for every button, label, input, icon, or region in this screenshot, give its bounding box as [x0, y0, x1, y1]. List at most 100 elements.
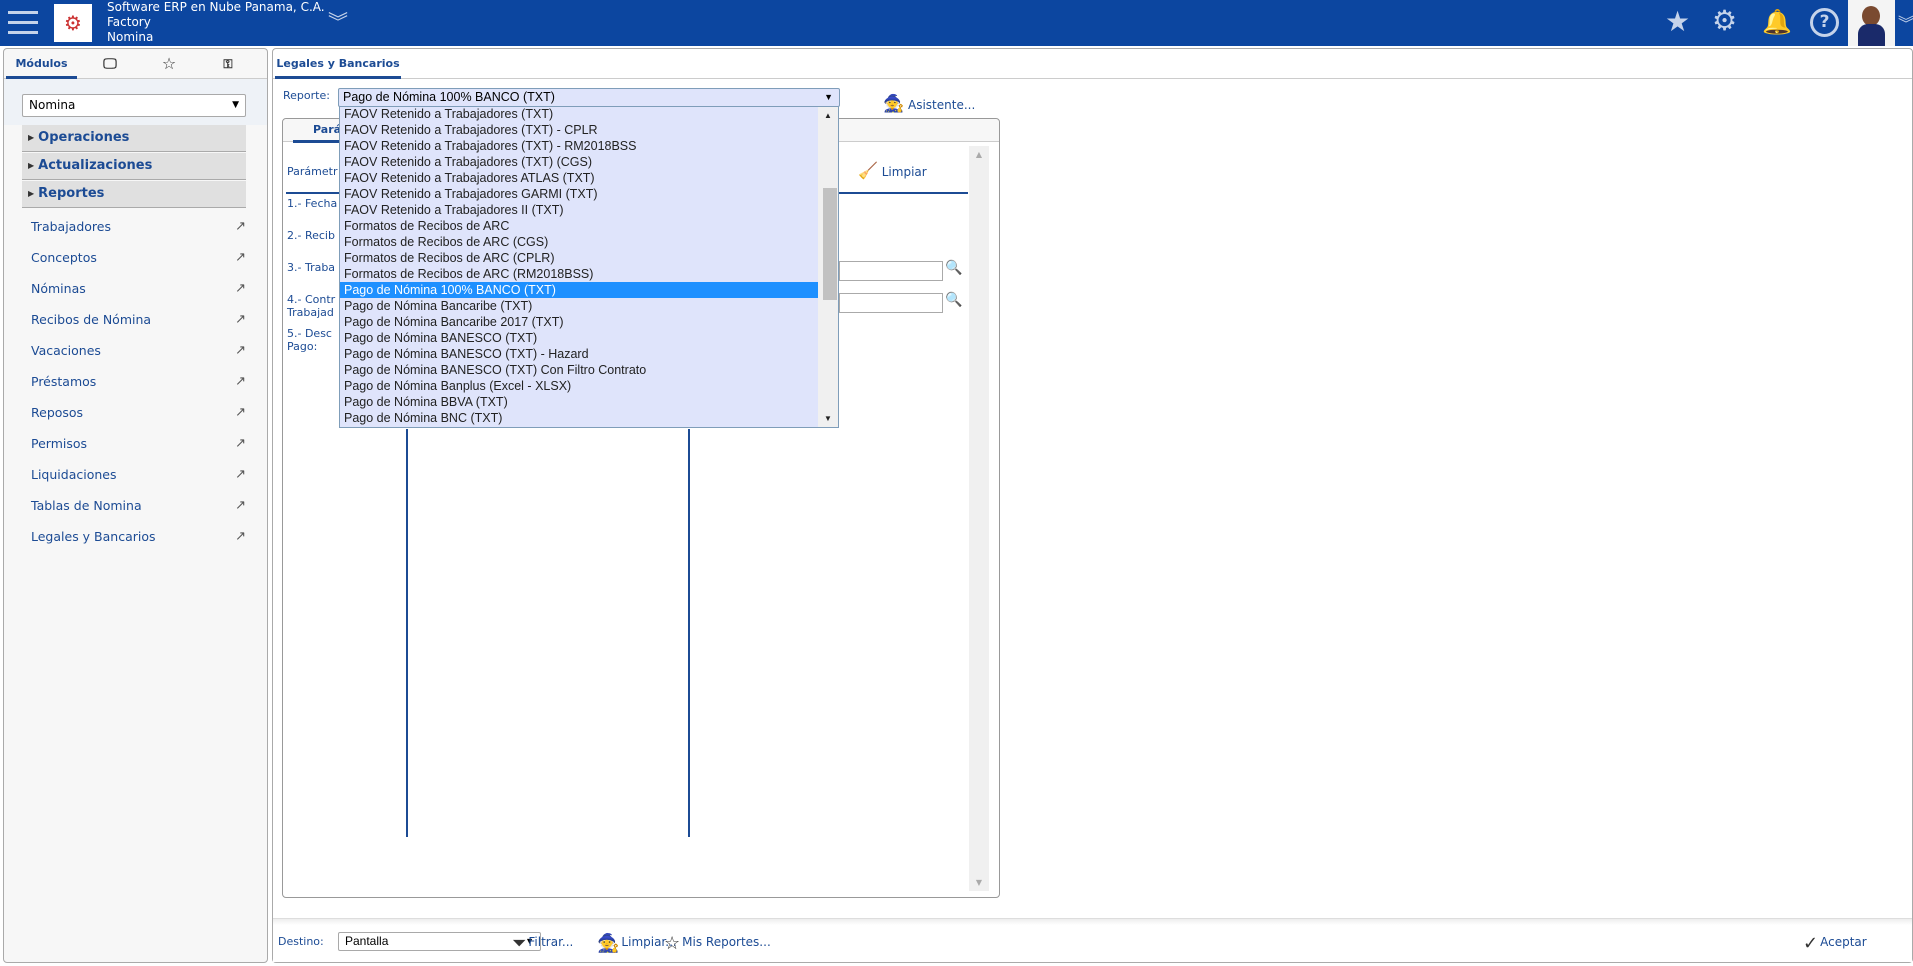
- section-label: Reportes: [38, 186, 105, 201]
- checkmark-icon: ✓: [1803, 933, 1819, 954]
- section-actualizaciones[interactable]: ▶ Actualizaciones: [22, 153, 246, 180]
- dropdown-option[interactable]: Pago de Nómina BANESCO (TXT) - Hazard: [340, 346, 818, 362]
- user-avatar[interactable]: [1848, 0, 1895, 46]
- wizard-icon: 🧙: [883, 94, 905, 114]
- report-select-value: Pago de Nómina 100% BANCO (TXT): [343, 90, 555, 104]
- contrato-input[interactable]: [839, 293, 943, 313]
- sidebar: Módulos 🖵 ☆ ⚿ Nomina ▼ ▶ Operaciones ▶ Actu…: [3, 48, 268, 963]
- dropdown-option[interactable]: Pago de Nómina Bancaribe 2017 (TXT): [340, 314, 818, 330]
- my-reports-button[interactable]: ☆ Mis Reportes...: [664, 932, 771, 954]
- destination-value: Pantalla: [345, 934, 389, 948]
- dropdown-arrow-icon: ▼: [824, 92, 833, 102]
- dropdown-option[interactable]: FAOV Retenido a Trabajadores (TXT) - RM2…: [340, 138, 818, 154]
- help-icon[interactable]: ?: [1810, 8, 1839, 37]
- hamburger-menu-icon[interactable]: [8, 11, 38, 35]
- external-link-icon[interactable]: ↗: [235, 309, 246, 331]
- dropdown-option[interactable]: Pago de Nómina Bancaribe (TXT): [340, 298, 818, 314]
- dropdown-option[interactable]: Pago de Nómina BANESCO (TXT) Con Filtro …: [340, 362, 818, 378]
- sidebar-link-label: Liquidaciones: [31, 467, 117, 482]
- top-header: ⚙ Software ERP en Nube Panama, C.A. Fact…: [0, 0, 1913, 46]
- sidebar-link[interactable]: Legales y Bancarios ↗: [31, 526, 246, 548]
- accept-button[interactable]: ✓ Aceptar: [1803, 932, 1867, 954]
- sidebar-link-label: Trabajadores: [31, 219, 111, 234]
- scrollbar-thumb[interactable]: [823, 188, 837, 300]
- dropdown-option[interactable]: Pago de Nómina BNC (TXT): [340, 410, 818, 426]
- sidebar-link[interactable]: Permisos ↗: [31, 433, 246, 455]
- company-subtitle: Factory: [107, 15, 151, 29]
- sidebar-link[interactable]: Trabajadores ↗: [31, 216, 246, 238]
- list-scrollbar[interactable]: ▲ ▼: [818, 107, 838, 427]
- dropdown-option[interactable]: FAOV Retenido a Trabajadores (TXT): [340, 107, 818, 122]
- star-icon[interactable]: ☆: [141, 51, 197, 79]
- search-icon[interactable]: 🔍: [945, 260, 962, 276]
- external-link-icon[interactable]: ↗: [235, 464, 246, 486]
- dropdown-option[interactable]: Pago de Nómina BBVA (TXT): [340, 394, 818, 410]
- user-menu-chevron-icon[interactable]: ︾: [1898, 10, 1913, 38]
- sidebar-link-label: Préstamos: [31, 374, 97, 389]
- dropdown-option[interactable]: FAOV Retenido a Trabajadores ATLAS (TXT): [340, 170, 818, 186]
- external-link-icon[interactable]: ↗: [235, 340, 246, 362]
- dropdown-option[interactable]: Pago de Nómina BANESCO (TXT): [340, 330, 818, 346]
- dropdown-option[interactable]: Formatos de Recibos de ARC (RM2018BSS): [340, 266, 818, 282]
- accept-label: Aceptar: [1820, 935, 1867, 949]
- destination-select[interactable]: Pantalla ▼: [338, 932, 541, 951]
- external-link-icon[interactable]: ↗: [235, 433, 246, 455]
- dropdown-arrow-icon: ▼: [232, 100, 239, 110]
- tab-label: Pará: [313, 123, 342, 136]
- settings-gear-icon[interactable]: ⚙: [1712, 7, 1737, 35]
- sidebar-link[interactable]: Recibos de Nómina ↗: [31, 309, 246, 331]
- broom-icon: 🧹: [858, 161, 878, 180]
- tab-legales-bancarios[interactable]: Legales y Bancarios: [275, 51, 401, 79]
- dropdown-option[interactable]: FAOV Retenido a Trabajadores (TXT) (CGS): [340, 154, 818, 170]
- section-reportes[interactable]: ▶ Reportes: [22, 181, 246, 208]
- dropdown-option[interactable]: Formatos de Recibos de ARC: [340, 218, 818, 234]
- scroll-up-icon[interactable]: ▲: [818, 111, 838, 120]
- report-dropdown-list[interactable]: FAOV Retenido a Trabajadores (TXT) FAOV R…: [339, 106, 839, 428]
- dropdown-option[interactable]: Pago de Nómina 100% BANCO (TXT): [340, 282, 818, 298]
- param-recibo: 2.- Recib: [287, 229, 335, 242]
- current-module: Nomina: [107, 30, 154, 44]
- module-select-value: Nomina: [29, 98, 76, 112]
- dropdown-option[interactable]: FAOV Retenido a Trabajadores GARMI (TXT): [340, 186, 818, 202]
- external-link-icon[interactable]: ↗: [235, 402, 246, 424]
- dropdown-option[interactable]: FAOV Retenido a Trabajadores (TXT) - CPL…: [340, 122, 818, 138]
- sidebar-link[interactable]: Tablas de Nomina ↗: [31, 495, 246, 517]
- section-label: Actualizaciones: [38, 158, 153, 173]
- tab-modules[interactable]: Módulos: [6, 51, 77, 79]
- dropdown-option[interactable]: Formatos de Recibos de ARC (CPLR): [340, 250, 818, 266]
- scroll-down-icon[interactable]: ▼: [818, 414, 838, 423]
- favorites-star-icon[interactable]: ★: [1665, 8, 1690, 36]
- monitor-icon[interactable]: 🖵: [82, 51, 138, 79]
- wizard-button[interactable]: 🧙 Asistente...: [883, 94, 975, 114]
- module-select[interactable]: Nomina ▼: [22, 94, 246, 117]
- sidebar-link[interactable]: Nóminas ↗: [31, 278, 246, 300]
- dropdown-option[interactable]: Formatos de Recibos de ARC (CGS): [340, 234, 818, 250]
- external-link-icon[interactable]: ↗: [235, 495, 246, 517]
- external-link-icon[interactable]: ↗: [235, 247, 246, 269]
- filter-button[interactable]: ⏷ Filtrar...: [512, 932, 573, 954]
- external-link-icon[interactable]: ↗: [235, 278, 246, 300]
- expand-chevron-icon[interactable]: ︾: [328, 8, 348, 36]
- notifications-bell-icon[interactable]: 🔔: [1762, 8, 1792, 36]
- wizard-icon: 🧙: [597, 933, 620, 954]
- sidebar-link[interactable]: Liquidaciones ↗: [31, 464, 246, 486]
- sidebar-link[interactable]: Préstamos ↗: [31, 371, 246, 393]
- external-link-icon[interactable]: ↗: [235, 526, 246, 548]
- param-trabajador: 3.- Traba: [287, 261, 336, 274]
- inner-scrollbar[interactable]: ▲ ▼: [969, 146, 989, 891]
- external-link-icon[interactable]: ↗: [235, 371, 246, 393]
- clear-params-button[interactable]: 🧹 Limpiar: [858, 161, 927, 180]
- key-icon[interactable]: ⚿: [200, 51, 256, 79]
- search-icon[interactable]: 🔍: [945, 292, 962, 308]
- company-logo[interactable]: ⚙: [54, 4, 92, 42]
- sidebar-link-label: Legales y Bancarios: [31, 529, 156, 544]
- sidebar-link[interactable]: Reposos ↗: [31, 402, 246, 424]
- sidebar-link[interactable]: Vacaciones ↗: [31, 340, 246, 362]
- sidebar-link[interactable]: Conceptos ↗: [31, 247, 246, 269]
- dropdown-option[interactable]: FAOV Retenido a Trabajadores II (TXT): [340, 202, 818, 218]
- section-operaciones[interactable]: ▶ Operaciones: [22, 125, 246, 152]
- dropdown-option[interactable]: Pago de Nómina Banplus (Excel - XLSX): [340, 378, 818, 394]
- report-select[interactable]: Pago de Nómina 100% BANCO (TXT) ▼: [338, 88, 840, 107]
- external-link-icon[interactable]: ↗: [235, 216, 246, 238]
- trabajador-input[interactable]: [839, 261, 943, 281]
